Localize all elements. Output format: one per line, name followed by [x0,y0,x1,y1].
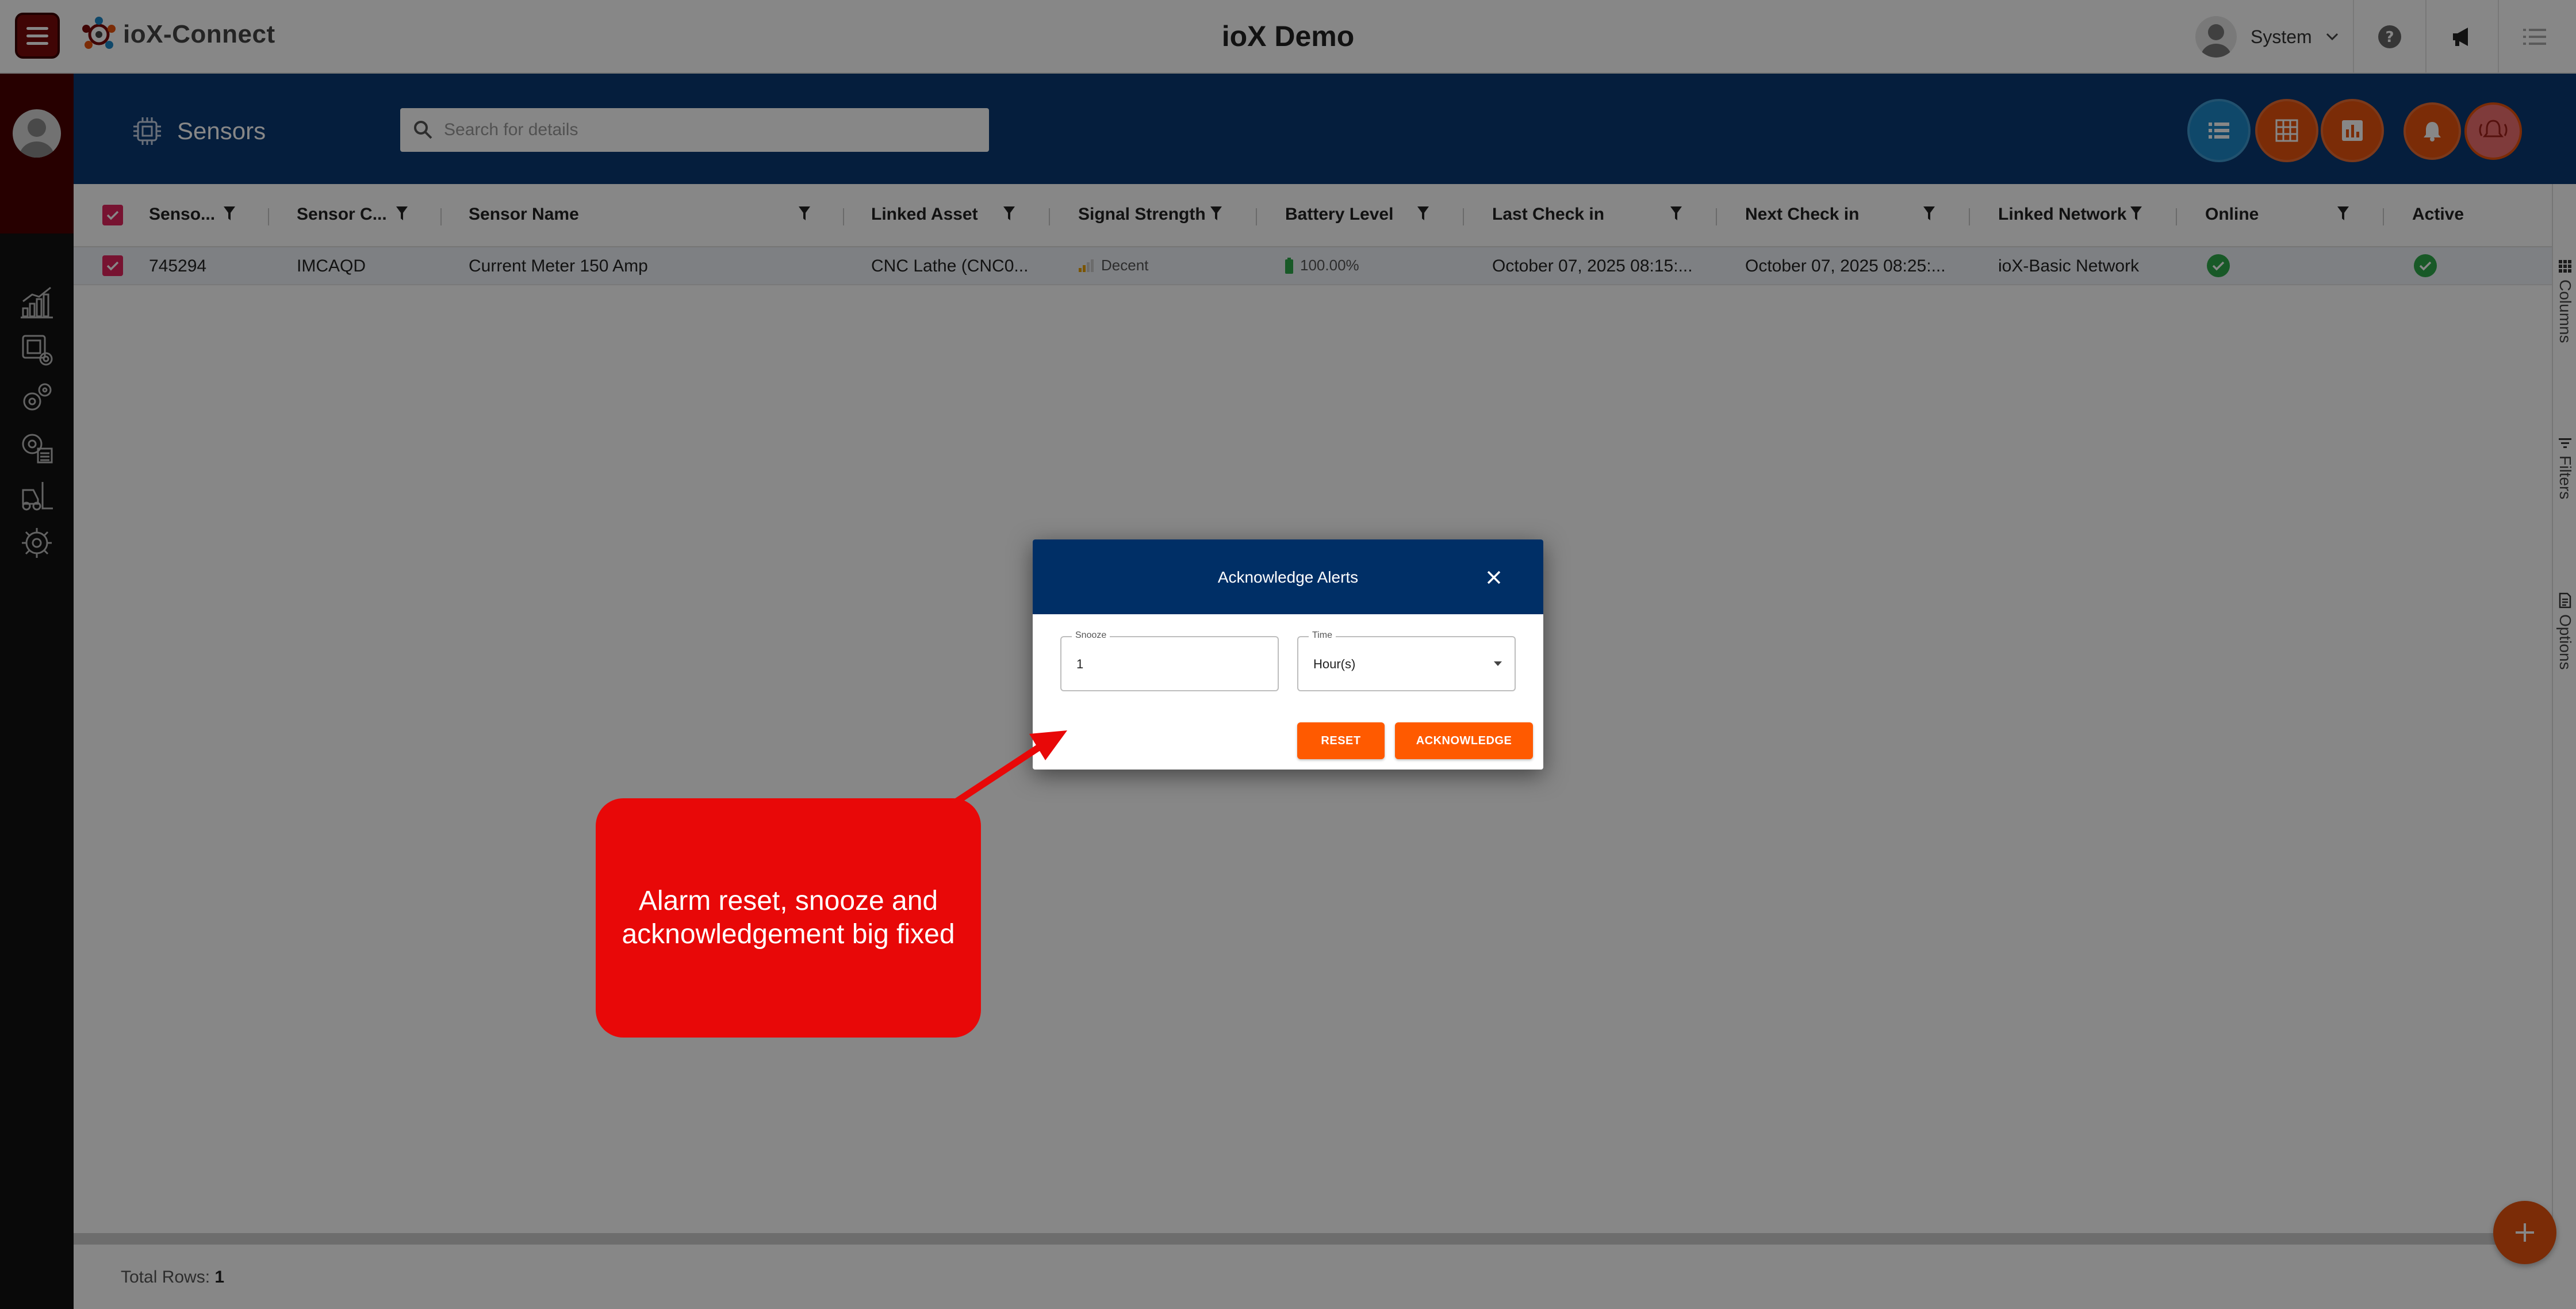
reset-button[interactable]: RESET [1297,722,1385,759]
time-label: Time [1309,630,1336,641]
close-icon [1487,571,1501,584]
time-select[interactable]: Time Hour(s) [1297,630,1516,691]
dialog-title: Acknowledge Alerts [1217,568,1359,586]
dialog-header: Acknowledge Alerts [1033,539,1543,614]
time-select-value: Hour(s) [1313,657,1356,671]
caret-down-icon [1494,661,1502,666]
annotation-text: Alarm reset, snooze and acknowledgement … [622,886,955,950]
annotation-callout: Alarm reset, snooze and acknowledgement … [596,798,981,1038]
close-button[interactable] [1482,566,1505,589]
acknowledge-button[interactable]: ACKNOWLEDGE [1395,722,1533,759]
acknowledge-alerts-dialog: Acknowledge Alerts Snooze 1 Time Hour(s)… [1033,539,1543,770]
snooze-field[interactable]: Snooze 1 [1060,630,1279,691]
snooze-label: Snooze [1072,630,1110,641]
snooze-input[interactable]: 1 [1076,657,1083,672]
